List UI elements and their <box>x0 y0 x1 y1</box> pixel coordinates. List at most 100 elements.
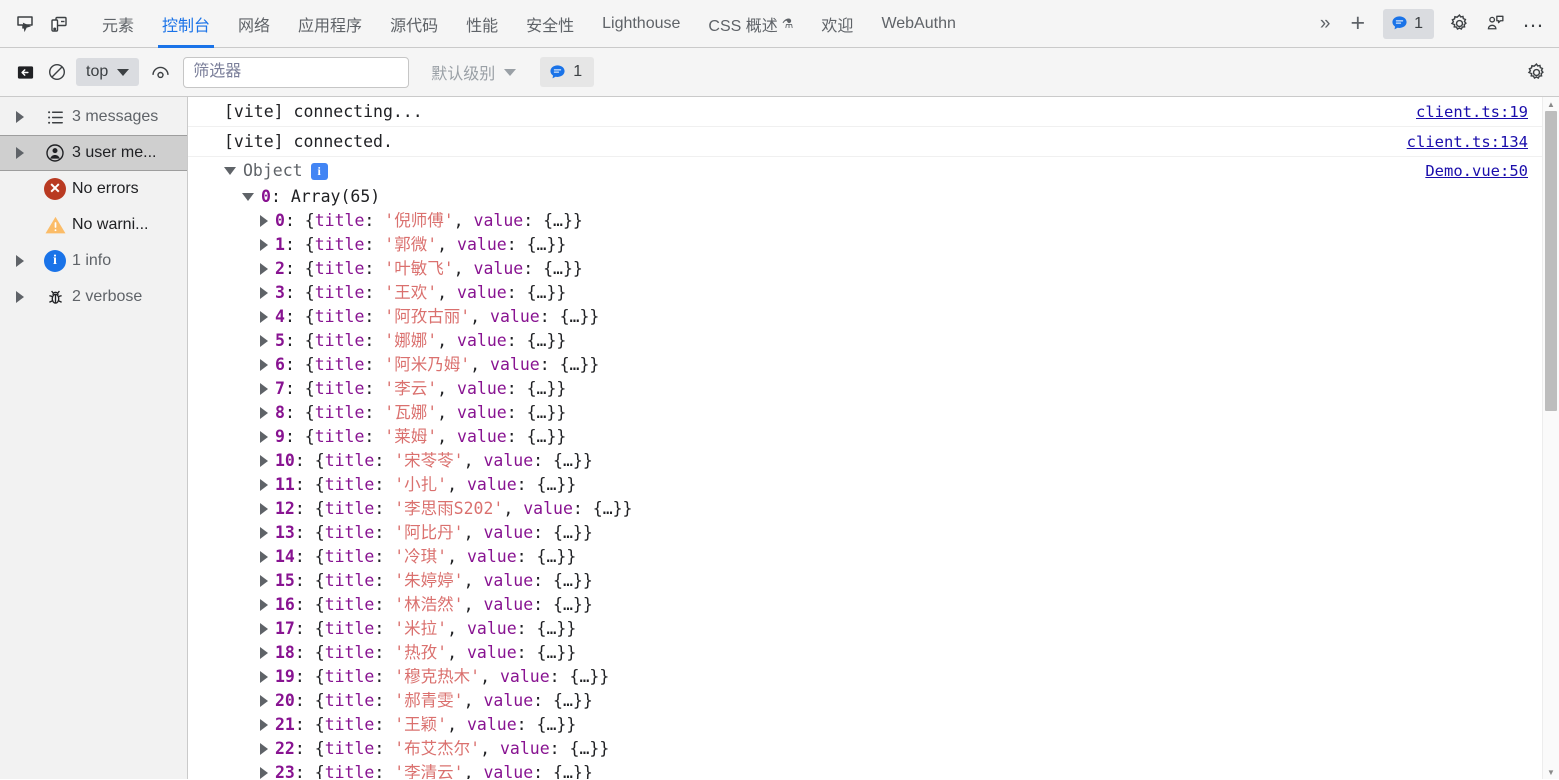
expand-triangle-icon[interactable] <box>260 287 268 299</box>
scroll-down-arrow-icon[interactable]: ▼ <box>1543 765 1559 779</box>
object-root-line[interactable]: Object i <box>224 159 328 183</box>
array-entry-row[interactable]: 7: {title: '李云', value: {…}} <box>188 377 1542 401</box>
console-message-row[interactable]: [vite] connecting... client.ts:19 <box>188 97 1542 127</box>
tab-elements[interactable]: 元素 <box>88 0 148 48</box>
more-tabs-icon[interactable]: » <box>1312 13 1339 35</box>
expand-triangle-icon[interactable] <box>260 383 268 395</box>
collapse-triangle-icon[interactable] <box>242 193 254 201</box>
expand-triangle-icon[interactable] <box>260 623 268 635</box>
source-link[interactable]: Demo.vue:50 <box>1425 162 1542 180</box>
array-entry-row[interactable]: 17: {title: '米拉', value: {…}} <box>188 617 1542 641</box>
clear-console-icon[interactable] <box>10 57 40 87</box>
sidebar-item-warnings[interactable]: No warni... <box>0 207 187 243</box>
sidebar-item-messages[interactable]: 3 messages <box>0 99 187 135</box>
array-entry-row[interactable]: 9: {title: '莱姆', value: {…}} <box>188 425 1542 449</box>
array-entry-row[interactable]: 2: {title: '叶敏飞', value: {…}} <box>188 257 1542 281</box>
object-header-row[interactable]: Object i Demo.vue:50 <box>188 157 1542 185</box>
expand-triangle-icon[interactable] <box>260 575 268 587</box>
log-level-selector[interactable]: 默认级别 <box>423 58 524 86</box>
gear-icon[interactable] <box>1442 7 1476 41</box>
array-entry-row[interactable]: 4: {title: '阿孜古丽', value: {…}} <box>188 305 1542 329</box>
expand-triangle-icon[interactable] <box>260 743 268 755</box>
expand-triangle-icon[interactable] <box>260 479 268 491</box>
expand-triangle-icon[interactable] <box>260 647 268 659</box>
collapse-triangle-icon[interactable] <box>224 167 236 175</box>
sidebar-item-verbose[interactable]: 2 verbose <box>0 279 187 315</box>
inspect-element-icon[interactable] <box>8 7 42 41</box>
add-tab-icon[interactable]: + <box>1340 11 1375 36</box>
expand-triangle-icon[interactable] <box>260 335 268 347</box>
array-entry-row[interactable]: 13: {title: '阿比丹', value: {…}} <box>188 521 1542 545</box>
execution-context-selector[interactable]: top <box>76 58 140 86</box>
tab-welcome[interactable]: 欢迎 <box>807 0 867 48</box>
array-entry-row[interactable]: 3: {title: '王欢', value: {…}} <box>188 281 1542 305</box>
console-settings-gear-icon[interactable] <box>1521 57 1551 87</box>
expand-arrow-icon[interactable] <box>16 255 38 267</box>
source-link[interactable]: client.ts:134 <box>1407 133 1542 151</box>
tab-security[interactable]: 安全性 <box>512 0 588 48</box>
array-entry-row[interactable]: 21: {title: '王颖', value: {…}} <box>188 713 1542 737</box>
expand-triangle-icon[interactable] <box>260 263 268 275</box>
sidebar-item-user-messages[interactable]: 3 user me... <box>0 135 187 171</box>
expand-triangle-icon[interactable] <box>260 767 268 779</box>
tab-sources[interactable]: 源代码 <box>376 0 452 48</box>
tab-css-overview[interactable]: CSS 概述 ⚗ <box>694 0 807 48</box>
array-entry-row[interactable]: 1: {title: '郭微', value: {…}} <box>188 233 1542 257</box>
scrollbar-thumb[interactable] <box>1545 111 1557 411</box>
sidebar-item-info[interactable]: i 1 info <box>0 243 187 279</box>
tab-network[interactable]: 网络 <box>224 0 284 48</box>
device-toolbar-icon[interactable] <box>42 7 76 41</box>
array-entry-row[interactable]: 11: {title: '小扎', value: {…}} <box>188 473 1542 497</box>
console-message-row[interactable]: [vite] connected. client.ts:134 <box>188 127 1542 157</box>
tab-webauthn[interactable]: WebAuthn <box>867 0 969 48</box>
live-expression-icon[interactable] <box>145 57 175 87</box>
expand-triangle-icon[interactable] <box>260 239 268 251</box>
expand-triangle-icon[interactable] <box>260 599 268 611</box>
tab-console[interactable]: 控制台 <box>148 0 224 48</box>
array-entry-row[interactable]: 22: {title: '布艾杰尔', value: {…}} <box>188 737 1542 761</box>
feedback-icon[interactable] <box>1478 7 1512 41</box>
array-entry-row[interactable]: 8: {title: '瓦娜', value: {…}} <box>188 401 1542 425</box>
expand-triangle-icon[interactable] <box>260 503 268 515</box>
filter-input[interactable] <box>183 56 410 88</box>
array-entry-row[interactable]: 18: {title: '热孜', value: {…}} <box>188 641 1542 665</box>
expand-arrow-icon[interactable] <box>16 291 38 303</box>
array-entry-row[interactable]: 0: {title: '倪师傅', value: {…}} <box>188 209 1542 233</box>
array-node-row[interactable]: 0: Array(65) <box>188 185 1542 209</box>
array-entry-row[interactable]: 15: {title: '朱婷婷', value: {…}} <box>188 569 1542 593</box>
expand-triangle-icon[interactable] <box>260 431 268 443</box>
no-entry-icon[interactable] <box>42 57 72 87</box>
tab-performance[interactable]: 性能 <box>452 0 512 48</box>
expand-triangle-icon[interactable] <box>260 311 268 323</box>
expand-arrow-icon[interactable] <box>16 147 38 159</box>
info-badge-icon[interactable]: i <box>310 162 328 180</box>
array-entry-row[interactable]: 14: {title: '冷琪', value: {…}} <box>188 545 1542 569</box>
tab-lighthouse[interactable]: Lighthouse <box>588 0 694 48</box>
expand-arrow-icon[interactable] <box>16 111 38 123</box>
sidebar-item-errors[interactable]: ✕ No errors <box>0 171 187 207</box>
expand-triangle-icon[interactable] <box>260 719 268 731</box>
array-entry-row[interactable]: 19: {title: '穆克热木', value: {…}} <box>188 665 1542 689</box>
expand-triangle-icon[interactable] <box>260 551 268 563</box>
console-issues-chip[interactable]: 1 <box>540 57 595 87</box>
array-entry-row[interactable]: 6: {title: '阿米乃姆', value: {…}} <box>188 353 1542 377</box>
expand-triangle-icon[interactable] <box>260 407 268 419</box>
expand-triangle-icon[interactable] <box>260 359 268 371</box>
more-options-icon[interactable]: … <box>1514 7 1553 41</box>
expand-triangle-icon[interactable] <box>260 215 268 227</box>
array-entry-row[interactable]: 12: {title: '李思雨S202', value: {…}} <box>188 497 1542 521</box>
expand-triangle-icon[interactable] <box>260 455 268 467</box>
issues-badge-button[interactable]: 1 <box>1383 8 1434 39</box>
console-vertical-scrollbar[interactable]: ▲ ▼ <box>1542 97 1559 779</box>
array-entry-row[interactable]: 10: {title: '宋苓苓', value: {…}} <box>188 449 1542 473</box>
expand-triangle-icon[interactable] <box>260 671 268 683</box>
source-link[interactable]: client.ts:19 <box>1416 103 1542 121</box>
array-entry-row[interactable]: 16: {title: '林浩然', value: {…}} <box>188 593 1542 617</box>
expand-triangle-icon[interactable] <box>260 695 268 707</box>
tab-application[interactable]: 应用程序 <box>284 0 376 48</box>
scroll-up-arrow-icon[interactable]: ▲ <box>1543 97 1559 111</box>
array-entry-row[interactable]: 20: {title: '郝青雯', value: {…}} <box>188 689 1542 713</box>
array-entry-row[interactable]: 23: {title: '李清云', value: {…}} <box>188 761 1542 779</box>
expand-triangle-icon[interactable] <box>260 527 268 539</box>
array-entry-row[interactable]: 5: {title: '娜娜', value: {…}} <box>188 329 1542 353</box>
